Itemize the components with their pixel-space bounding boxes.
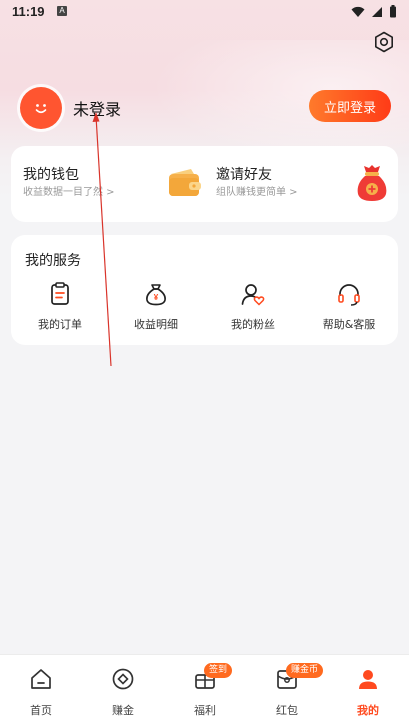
home-icon [31,669,51,689]
tab-earn[interactable]: 赚金 [82,655,164,727]
tab-label: 福利 [194,704,216,717]
bottom-tab-bar: 首页 赚金 签到 福利 赚金币 红包 我的 [0,654,409,727]
tab-label: 首页 [30,704,52,717]
checkin-badge: 签到 [204,663,233,678]
coin-badge: 赚金币 [286,663,324,678]
tab-label: 红包 [276,704,298,717]
tab-label: 赚金 [112,704,134,717]
annotation-arrow [92,112,112,367]
tab-welfare[interactable]: 签到 福利 [164,655,246,727]
earn-icon [112,668,134,690]
tab-red-packet[interactable]: 赚金币 红包 [246,655,328,727]
tab-mine[interactable]: 我的 [327,655,409,727]
tab-label: 我的 [357,704,379,717]
profile-icon [359,670,377,689]
tab-home[interactable]: 首页 [0,655,82,727]
